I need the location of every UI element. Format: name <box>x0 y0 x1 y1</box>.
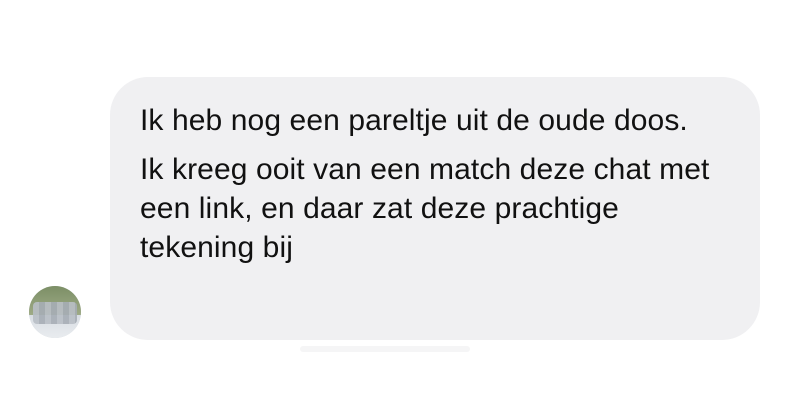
message-paragraph-1: Ik heb nog een pareltje uit de oude doos… <box>140 104 688 137</box>
bubble-shadow <box>300 346 470 352</box>
received-message-bubble[interactable]: Ik heb nog een pareltje uit de oude doos… <box>110 77 760 340</box>
message-paragraph-2: Ik kreeg ooit van een match deze chat me… <box>140 153 710 264</box>
sender-avatar[interactable] <box>29 286 81 338</box>
chat-screen: Ik heb nog een pareltje uit de oude doos… <box>0 0 800 420</box>
avatar-blur-overlay <box>33 302 77 324</box>
